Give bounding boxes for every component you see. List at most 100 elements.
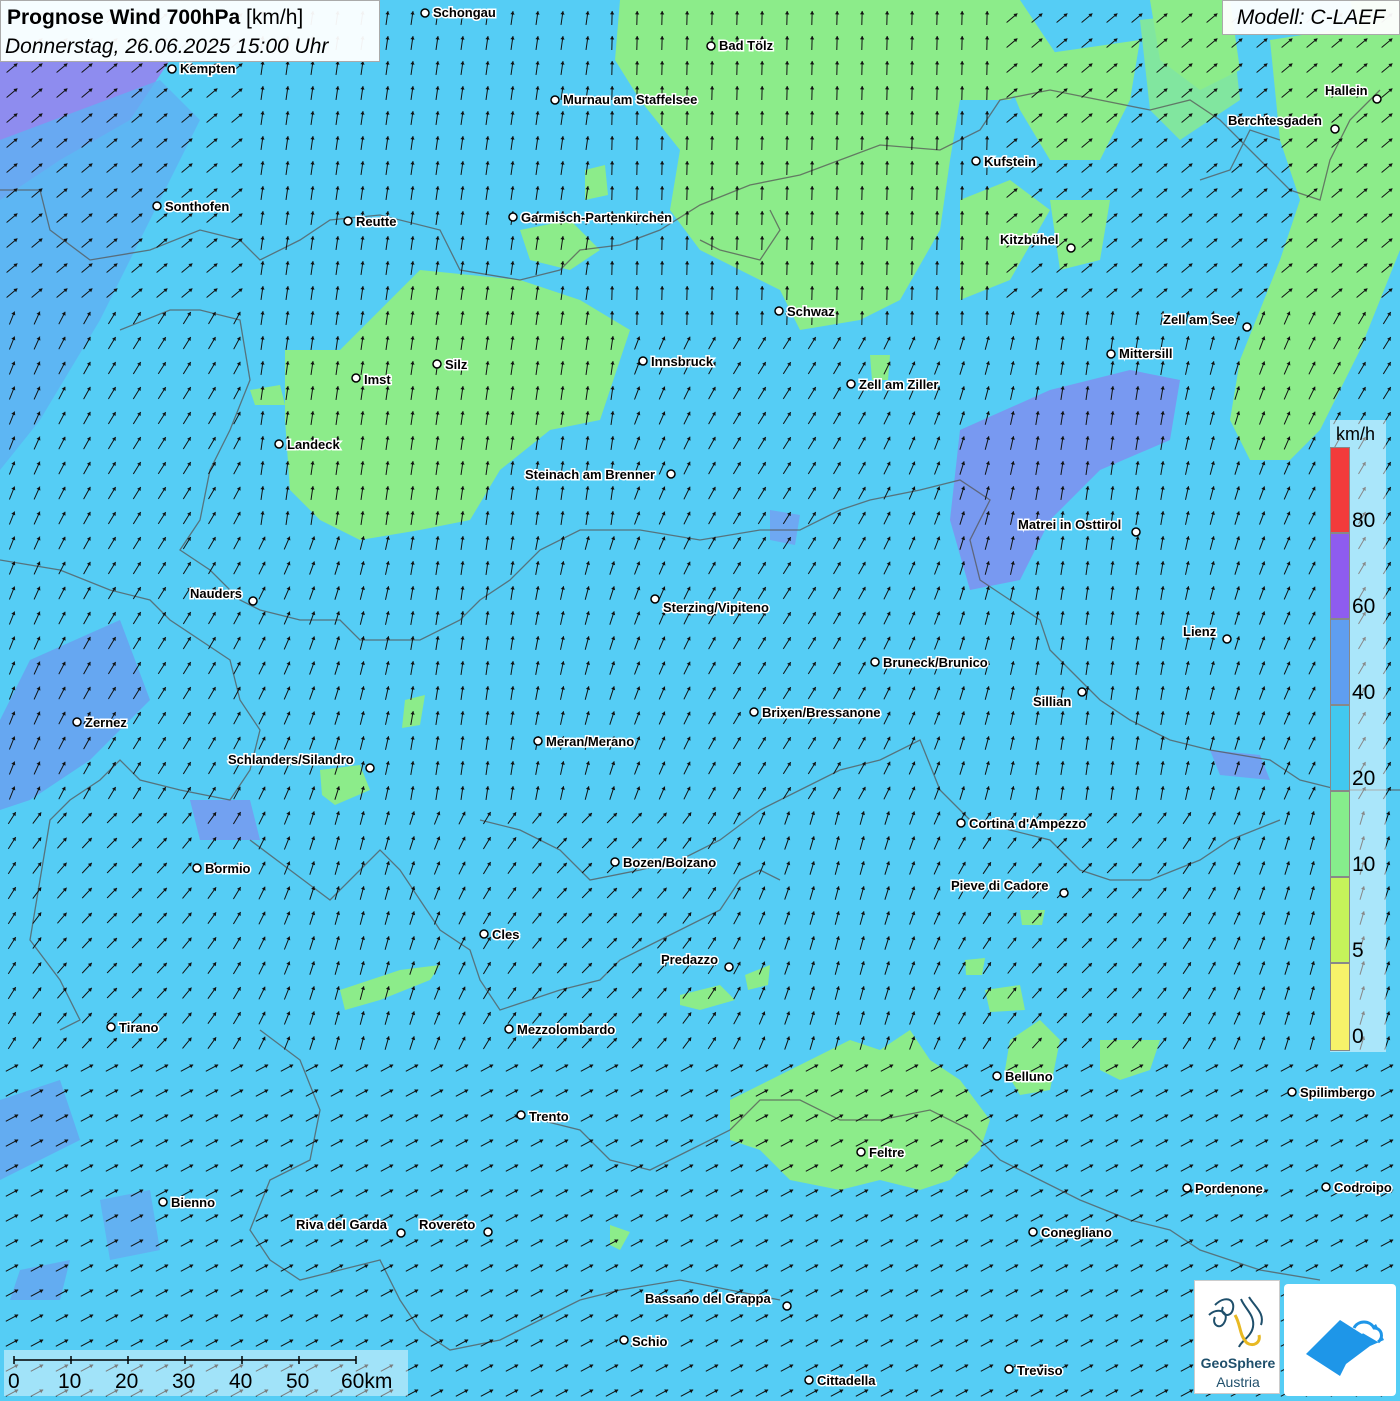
svg-text:Matrei in Osttirol: Matrei in Osttirol [1018, 517, 1121, 532]
legend-label: 20 [1352, 767, 1375, 791]
svg-text:Tirano: Tirano [119, 1020, 159, 1035]
svg-text:Feltre: Feltre [869, 1145, 904, 1160]
weather-app-logo[interactable] [1284, 1284, 1396, 1396]
scale-label: 60km [341, 1370, 392, 1394]
svg-text:Belluno: Belluno [1005, 1069, 1053, 1084]
svg-text:Rovereto: Rovereto [419, 1217, 475, 1232]
svg-text:Kitzbühel: Kitzbühel [1000, 232, 1059, 247]
legend-label: 0 [1352, 1025, 1364, 1049]
svg-text:Predazzo: Predazzo [661, 952, 718, 967]
scale-label: 10 [58, 1370, 81, 1394]
legend-swatch-40 [1330, 619, 1350, 705]
city-marker: Schongau [421, 5, 496, 20]
svg-text:Schwaz: Schwaz [787, 304, 835, 319]
forecast-time: Donnerstag, 26.06.2025 15:00 Uhr [5, 35, 328, 59]
svg-text:Schlanders/Silandro: Schlanders/Silandro [228, 752, 354, 767]
svg-text:Lienz: Lienz [1183, 624, 1217, 639]
legend-swatch-5 [1330, 877, 1350, 963]
svg-text:Imst: Imst [364, 372, 391, 387]
svg-text:Kempten: Kempten [180, 61, 236, 76]
svg-text:Bozen/Bolzano: Bozen/Bolzano [623, 855, 716, 870]
city-marker: Murnau am Staffelsee [551, 92, 697, 107]
svg-text:Sonthofen: Sonthofen [165, 199, 229, 214]
legend-swatch-60 [1330, 533, 1350, 619]
map-title: Prognose Wind 700hPa [km/h] [7, 6, 303, 30]
svg-text:Bormio: Bormio [205, 861, 251, 876]
city-marker: Bozen/Bolzano [611, 855, 716, 870]
city-marker: Meran/Merano [534, 734, 634, 749]
svg-text:Mittersill: Mittersill [1119, 346, 1172, 361]
title-box: Prognose Wind 700hPa [km/h] Donnerstag, … [0, 0, 380, 62]
legend-swatch-0 [1330, 963, 1350, 1051]
svg-text:Zell am Ziller: Zell am Ziller [859, 377, 938, 392]
wind-map[interactable]: Schongau Bad Tölz Kempten Murnau am Staf… [0, 0, 1400, 1400]
city-marker: Cortina d'Ampezzo [957, 816, 1086, 831]
svg-text:Brixen/Bressanone: Brixen/Bressanone [762, 705, 881, 720]
svg-text:Mezzolombardo: Mezzolombardo [517, 1022, 615, 1037]
svg-text:Trento: Trento [529, 1109, 569, 1124]
svg-text:Sterzing/Vipiteno: Sterzing/Vipiteno [663, 600, 769, 615]
svg-text:Hallein: Hallein [1325, 83, 1368, 98]
scale-label: 50 [286, 1370, 309, 1394]
legend-swatch-20 [1330, 705, 1350, 791]
svg-text:Berchtesgaden: Berchtesgaden [1228, 113, 1322, 128]
svg-text:Treviso: Treviso [1017, 1363, 1063, 1378]
svg-text:Innsbruck: Innsbruck [651, 354, 714, 369]
legend-label: 40 [1352, 681, 1375, 705]
svg-text:Sillian: Sillian [1033, 694, 1071, 709]
svg-text:Bruneck/Brunico: Bruneck/Brunico [883, 655, 988, 670]
city-marker: Conegliano [1029, 1225, 1112, 1240]
city-marker: Bruneck/Brunico [871, 655, 988, 670]
geosphere-country: Austria [1195, 1374, 1281, 1390]
svg-text:Spilimbergo: Spilimbergo [1300, 1085, 1375, 1100]
city-marker: Mezzolombardo [505, 1022, 615, 1037]
legend: km/h 80 60 40 20 10 5 0 [1330, 420, 1386, 1052]
legend-label: 80 [1352, 509, 1375, 533]
geosphere-emblem-icon [1195, 1285, 1281, 1357]
scale-bar: 0 10 20 30 40 50 60km [4, 1350, 408, 1396]
svg-text:Bad Tölz: Bad Tölz [719, 38, 774, 53]
svg-text:Bassano del Grappa: Bassano del Grappa [645, 1291, 771, 1306]
svg-text:Zell am See: Zell am See [1163, 312, 1235, 327]
svg-text:Bienno: Bienno [171, 1195, 215, 1210]
map-title-unit: [km/h] [246, 6, 303, 29]
svg-text:Cles: Cles [492, 927, 519, 942]
svg-text:Conegliano: Conegliano [1041, 1225, 1112, 1240]
city-marker: Garmisch-Partenkirchen [509, 210, 672, 225]
legend-label: 60 [1352, 595, 1375, 619]
city-marker: Sonthofen [153, 199, 229, 214]
legend-label: 10 [1352, 853, 1375, 877]
svg-text:Pieve di Cadore: Pieve di Cadore [951, 878, 1049, 893]
svg-text:Garmisch-Partenkirchen: Garmisch-Partenkirchen [521, 210, 672, 225]
city-marker: Steinach am Brenner [525, 467, 675, 482]
geosphere-logo[interactable]: GeoSphere Austria [1194, 1280, 1280, 1394]
legend-unit: km/h [1336, 424, 1375, 445]
legend-swatch-10 [1330, 791, 1350, 877]
legend-swatch-80 [1330, 447, 1350, 533]
svg-text:Reutte: Reutte [356, 214, 396, 229]
city-marker: Pordenone [1183, 1181, 1263, 1196]
scale-label: 40 [229, 1370, 252, 1394]
svg-text:Steinach am Brenner: Steinach am Brenner [525, 467, 655, 482]
scale-label: 30 [172, 1370, 195, 1394]
city-marker: Zell am Ziller [847, 377, 938, 392]
svg-text:Zernez: Zernez [85, 715, 127, 730]
city-marker: Spilimbergo [1288, 1085, 1375, 1100]
svg-text:Murnau am Staffelsee: Murnau am Staffelsee [563, 92, 697, 107]
svg-text:Kufstein: Kufstein [984, 154, 1036, 169]
svg-text:Schio: Schio [632, 1334, 667, 1349]
scale-label: 20 [115, 1370, 138, 1394]
map-title-main: Prognose Wind 700hPa [7, 6, 240, 29]
city-marker: Brixen/Bressanone [750, 705, 881, 720]
geosphere-name: GeoSphere [1195, 1355, 1281, 1371]
svg-text:Landeck: Landeck [287, 437, 341, 452]
svg-text:Cittadella: Cittadella [817, 1373, 876, 1388]
model-label: Modell: C-LAEF [1222, 0, 1400, 35]
legend-label: 5 [1352, 939, 1364, 963]
svg-text:Silz: Silz [445, 357, 468, 372]
svg-text:Meran/Merano: Meran/Merano [546, 734, 634, 749]
city-marker: Innsbruck [639, 354, 714, 369]
svg-text:Pordenone: Pordenone [1195, 1181, 1263, 1196]
svg-text:Cortina d'Ampezzo: Cortina d'Ampezzo [969, 816, 1086, 831]
cloud-arrow-icon [1284, 1284, 1396, 1396]
